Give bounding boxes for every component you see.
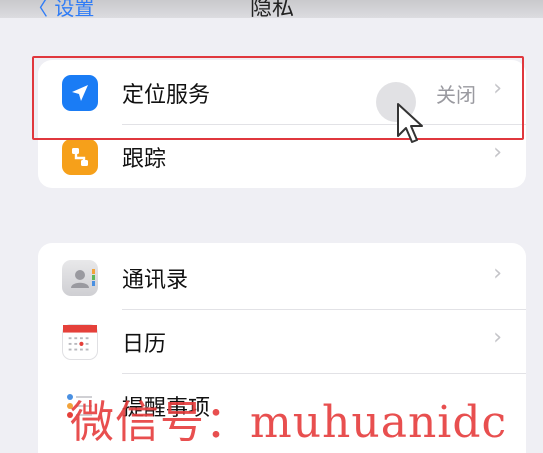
highlight-box <box>32 56 524 140</box>
watermark-text: 微信号：muhuanidc <box>70 397 508 448</box>
chevron-right-icon: › <box>493 261 502 286</box>
back-button[interactable]: 〈 设置 <box>28 0 94 21</box>
chevron-right-icon: › <box>493 140 502 165</box>
row-label: 日历 <box>122 332 167 357</box>
row-contacts[interactable]: 通讯录 › <box>38 245 526 309</box>
cursor-arrow-icon <box>396 102 426 150</box>
contacts-icon <box>62 260 98 296</box>
chevron-right-icon: › <box>493 325 502 350</box>
navigation-bar: 〈 设置 隐私 <box>0 0 543 21</box>
row-calendar[interactable]: 日历 › <box>38 309 526 373</box>
row-label: 通讯录 <box>122 268 189 293</box>
page-title: 隐私 <box>250 0 295 21</box>
row-label: 跟踪 <box>122 147 167 172</box>
tracking-icon <box>62 139 98 175</box>
calendar-icon <box>62 324 98 360</box>
